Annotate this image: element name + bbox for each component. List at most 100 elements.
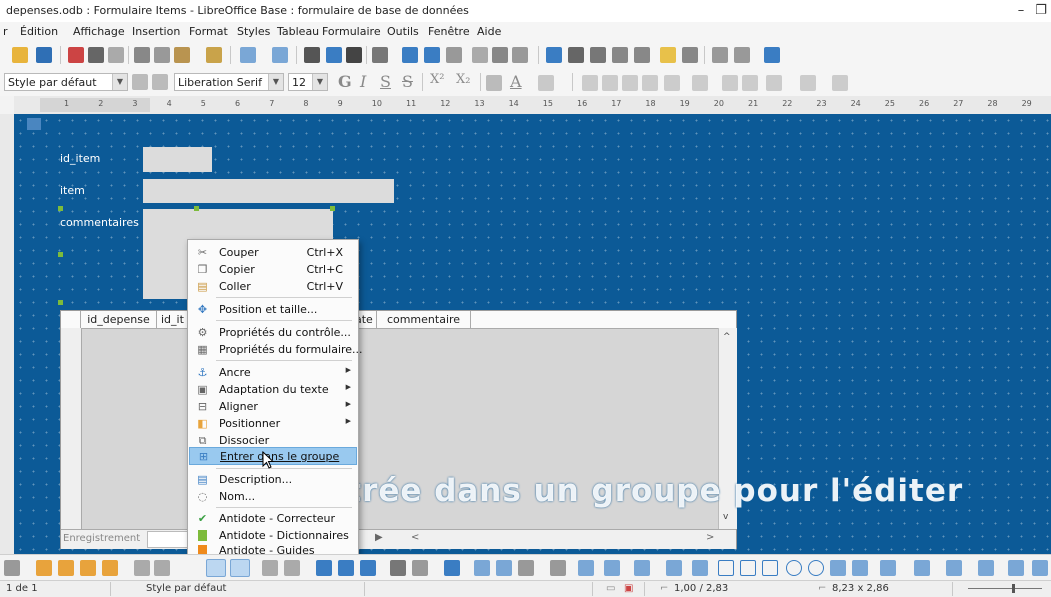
next-record-icon[interactable]: ▶ — [375, 532, 383, 543]
rectangle-tool-icon[interactable] — [718, 560, 734, 576]
menu-item-adaptation-texte[interactable]: ▣ Adaptation du texte ▶ — [189, 381, 357, 398]
footnote-icon[interactable] — [568, 47, 584, 63]
open-design-mode-icon[interactable] — [154, 560, 170, 576]
menu-insertion[interactable]: Insertion — [132, 25, 180, 38]
numbering-icon[interactable] — [692, 75, 708, 91]
menu-fenetre[interactable]: Fenêtre — [428, 25, 470, 38]
selection-mode-icon[interactable]: ▭ — [606, 583, 615, 594]
select-icon[interactable] — [4, 560, 20, 576]
print-preview-icon[interactable] — [108, 47, 124, 63]
hyperlink-icon[interactable] — [546, 47, 562, 63]
menu-item-aligner[interactable]: ⊟ Aligner ▶ — [189, 398, 357, 415]
chevron-down-icon[interactable]: ▼ — [112, 74, 127, 90]
row-selector-column[interactable] — [61, 328, 82, 529]
undo-icon[interactable] — [240, 47, 256, 63]
form-navigator-icon[interactable] — [80, 560, 96, 576]
line-icon[interactable] — [712, 47, 728, 63]
clone-formatting-icon[interactable] — [206, 47, 222, 63]
endnote-icon[interactable] — [590, 47, 606, 63]
add-field-list-icon[interactable] — [338, 560, 354, 576]
chevron-down-icon[interactable]: ▼ — [312, 74, 327, 90]
strikethrough-icon[interactable]: S — [402, 72, 413, 91]
selection-handle[interactable] — [194, 206, 199, 211]
arrow-tool-icon[interactable] — [604, 560, 620, 576]
form-navigator-list-icon[interactable] — [360, 560, 376, 576]
scroll-left-icon[interactable]: < — [411, 532, 419, 543]
open-icon[interactable] — [12, 47, 28, 63]
pointer-icon[interactable] — [550, 560, 566, 576]
align-right-icon[interactable] — [622, 75, 638, 91]
draw-functions-icon[interactable] — [764, 47, 780, 63]
control-wizard-icon[interactable] — [58, 560, 74, 576]
menu-fichier[interactable]: r — [3, 25, 8, 38]
cut-icon[interactable] — [134, 47, 150, 63]
menu-affichage[interactable]: Affichage — [73, 25, 125, 38]
line-spacing-icon[interactable] — [766, 75, 782, 91]
copy-icon[interactable] — [154, 47, 170, 63]
menu-aide[interactable]: Aide — [477, 25, 501, 38]
decrease-indent-icon[interactable] — [742, 75, 758, 91]
square-tool-icon[interactable] — [740, 560, 756, 576]
align-left-icon[interactable] — [582, 75, 598, 91]
subscript-icon[interactable]: X₂ — [456, 72, 470, 87]
font-size-combo[interactable]: 12 ▼ — [288, 73, 328, 91]
position-size-icon[interactable] — [444, 560, 460, 576]
menu-tableau[interactable]: Tableau — [277, 25, 319, 38]
symbol-shapes-icon[interactable] — [914, 560, 930, 576]
export-pdf-icon[interactable] — [68, 47, 84, 63]
control-properties-icon[interactable] — [262, 560, 278, 576]
text-box-icon[interactable] — [446, 47, 462, 63]
selection-handle[interactable] — [58, 252, 63, 257]
basic-shapes-icon[interactable] — [880, 560, 896, 576]
bold-icon[interactable]: G — [338, 72, 352, 91]
update-style-icon[interactable] — [132, 74, 148, 90]
scroll-down-icon[interactable]: v — [723, 512, 728, 522]
bullets-icon[interactable] — [664, 75, 680, 91]
select-tool-icon[interactable] — [206, 559, 226, 577]
paragraph-style-combo[interactable]: Style par défaut ▼ — [4, 73, 128, 91]
insert-field-icon[interactable] — [492, 47, 508, 63]
insert-table-icon[interactable] — [372, 47, 388, 63]
clear-formatting-icon[interactable] — [486, 75, 502, 91]
polygon-tool-icon[interactable] — [692, 560, 708, 576]
menu-item-copier[interactable]: ❐ Copier Ctrl+C — [189, 261, 357, 278]
find-replace-icon[interactable] — [304, 47, 320, 63]
circle-tool-icon[interactable] — [808, 560, 824, 576]
minimize-button[interactable]: – — [1010, 2, 1032, 20]
flowchart-icon[interactable] — [1032, 560, 1048, 576]
snap-to-grid-icon[interactable] — [518, 560, 534, 576]
add-field-icon[interactable] — [102, 560, 118, 576]
save-icon[interactable] — [36, 47, 52, 63]
menu-formulaire[interactable]: Formulaire — [322, 25, 381, 38]
print-icon[interactable] — [88, 47, 104, 63]
menu-item-position-taille[interactable]: ✥ Position et taille... — [189, 301, 357, 318]
stars-icon[interactable] — [978, 560, 994, 576]
callouts-icon[interactable] — [1008, 560, 1024, 576]
maximize-button[interactable]: ❐ — [1030, 2, 1051, 20]
menu-item-ancre[interactable]: ⚓ Ancre ▶ — [189, 364, 357, 381]
right-triangle-tool-icon[interactable] — [852, 560, 868, 576]
insert-chart-icon[interactable] — [424, 47, 440, 63]
scroll-right-icon[interactable]: > — [706, 532, 714, 543]
font-name-combo[interactable]: Liberation Serif ▼ — [174, 73, 284, 91]
decrease-spacing-icon[interactable] — [832, 75, 848, 91]
helplines-icon[interactable] — [496, 560, 512, 576]
menu-edition[interactable]: Édition — [20, 25, 58, 38]
menu-format[interactable]: Format — [189, 25, 228, 38]
font-color-icon[interactable]: A — [510, 72, 522, 91]
spelling-icon[interactable] — [326, 47, 342, 63]
bookmark-icon[interactable] — [612, 47, 628, 63]
menu-styles[interactable]: Styles — [237, 25, 270, 38]
menu-outils[interactable]: Outils — [387, 25, 419, 38]
menu-item-positionner[interactable]: ◧ Positionner ▶ — [189, 415, 357, 432]
menu-item-couper[interactable]: ✂ Couper Ctrl+X — [189, 244, 357, 261]
redo-icon[interactable] — [272, 47, 288, 63]
selection-handle[interactable] — [58, 206, 63, 211]
paragraph-spacing-icon[interactable] — [800, 75, 816, 91]
form-properties-icon[interactable] — [284, 560, 300, 576]
highlight-color-icon[interactable] — [538, 75, 554, 91]
column-header[interactable]: id_depense — [81, 311, 157, 328]
connector-tool-icon[interactable] — [666, 560, 682, 576]
track-changes-icon[interactable] — [682, 47, 698, 63]
record-number-input[interactable] — [147, 531, 189, 548]
